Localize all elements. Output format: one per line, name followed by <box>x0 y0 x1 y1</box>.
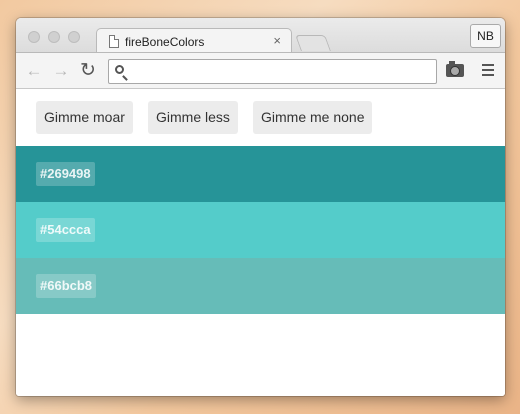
page-icon <box>109 35 119 48</box>
address-bar[interactable] <box>108 59 437 84</box>
color-swatch: #66bcb8 <box>16 258 505 314</box>
page-content: Gimme moar Gimme less Gimme me none #269… <box>16 89 505 396</box>
color-swatch: #54ccca <box>16 202 505 258</box>
gimme-none-button[interactable]: Gimme me none <box>253 101 373 134</box>
back-arrow-icon[interactable]: ← <box>24 61 44 81</box>
menu-icon[interactable] <box>482 64 494 78</box>
browser-tab[interactable]: fireBoneColors × <box>96 28 292 53</box>
new-tab-button[interactable] <box>295 35 331 51</box>
title-bar: fireBoneColors × NB <box>16 18 505 53</box>
gimme-moar-button[interactable]: Gimme moar <box>36 101 133 134</box>
forward-arrow-icon[interactable]: → <box>51 61 71 81</box>
tab-close-icon[interactable]: × <box>273 33 281 48</box>
minimize-window-button[interactable] <box>48 31 60 43</box>
profile-button[interactable]: NB <box>470 24 501 48</box>
address-input[interactable] <box>133 62 429 81</box>
search-icon <box>115 65 124 74</box>
hex-label[interactable]: #269498 <box>36 162 95 186</box>
tab-title: fireBoneColors <box>125 35 205 49</box>
close-window-button[interactable] <box>28 31 40 43</box>
camera-icon[interactable] <box>446 61 464 77</box>
browser-toolbar: ← → ↻ <box>16 52 505 89</box>
color-swatch: #269498 <box>16 146 505 202</box>
reload-icon[interactable]: ↻ <box>78 61 98 81</box>
hex-label[interactable]: #54ccca <box>36 218 95 242</box>
gimme-less-button[interactable]: Gimme less <box>148 101 238 134</box>
hex-label[interactable]: #66bcb8 <box>36 274 97 298</box>
browser-window: fireBoneColors × NB ← → ↻ Gimme moar Gim… <box>16 18 505 396</box>
maximize-window-button[interactable] <box>68 31 80 43</box>
